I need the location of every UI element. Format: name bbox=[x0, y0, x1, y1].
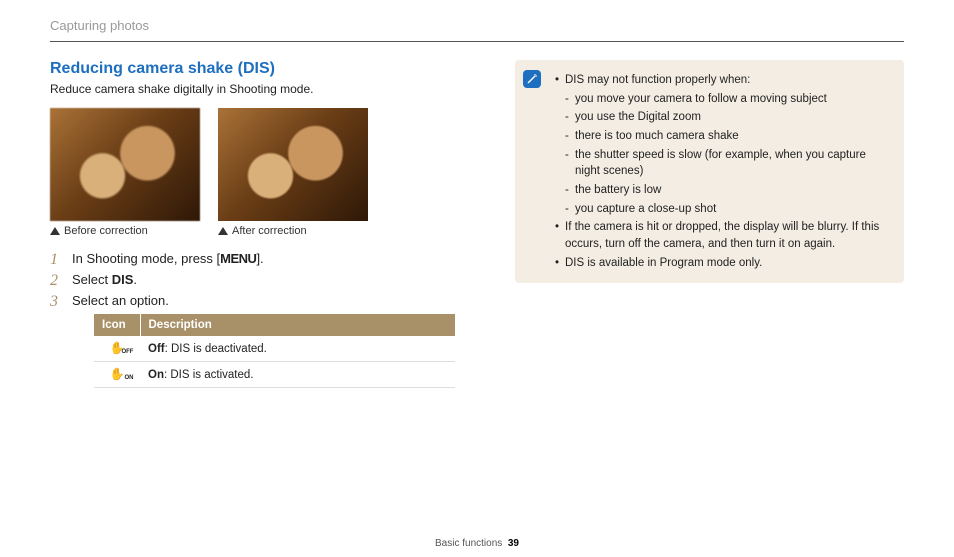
menu-button-label: MENU bbox=[220, 251, 256, 266]
note-icon bbox=[523, 70, 541, 88]
note-subitem: you capture a close-up shot bbox=[565, 201, 892, 218]
step-3: Select an option. Icon Description ✋OF bbox=[50, 293, 455, 388]
intro-text: Reduce camera shake digitally in Shootin… bbox=[50, 82, 455, 96]
page-footer: Basic functions 39 bbox=[0, 538, 954, 549]
dis-off-icon: ✋OFF bbox=[110, 342, 125, 354]
step-2: Select DIS. bbox=[50, 272, 455, 287]
note-subitem: you use the Digital zoom bbox=[565, 109, 892, 126]
note-item: DIS is available in Program mode only. bbox=[555, 255, 892, 272]
before-caption: Before correction bbox=[50, 225, 200, 237]
options-table: Icon Description ✋OFF Off: DIS is deacti… bbox=[94, 314, 455, 388]
note-subitem: the battery is low bbox=[565, 182, 892, 199]
after-caption: After correction bbox=[218, 225, 368, 237]
step-1: In Shooting mode, press [MENU]. bbox=[50, 251, 455, 266]
breadcrumb: Capturing photos bbox=[50, 18, 904, 42]
after-image bbox=[218, 108, 368, 221]
note-subitem: there is too much camera shake bbox=[565, 128, 892, 145]
note-item: If the camera is hit or dropped, the dis… bbox=[555, 219, 892, 252]
col-description: Description bbox=[140, 314, 455, 336]
before-image bbox=[50, 108, 200, 221]
dis-on-icon: ✋ON bbox=[110, 368, 125, 380]
col-icon: Icon bbox=[94, 314, 140, 336]
steps-list: In Shooting mode, press [MENU]. Select D… bbox=[50, 251, 455, 388]
note-subitem: you move your camera to follow a moving … bbox=[565, 91, 892, 108]
comparison-images: Before correction After correction bbox=[50, 108, 455, 237]
table-row: ✋OFF Off: DIS is deactivated. bbox=[94, 336, 455, 362]
triangle-up-icon bbox=[218, 227, 228, 235]
note-item: DIS may not function properly when: you … bbox=[555, 72, 892, 217]
section-title: Reducing camera shake (DIS) bbox=[50, 60, 455, 78]
triangle-up-icon bbox=[50, 227, 60, 235]
table-row: ✋ON On: DIS is activated. bbox=[94, 362, 455, 388]
note-box: DIS may not function properly when: you … bbox=[515, 60, 904, 283]
note-subitem: the shutter speed is slow (for example, … bbox=[565, 147, 892, 180]
